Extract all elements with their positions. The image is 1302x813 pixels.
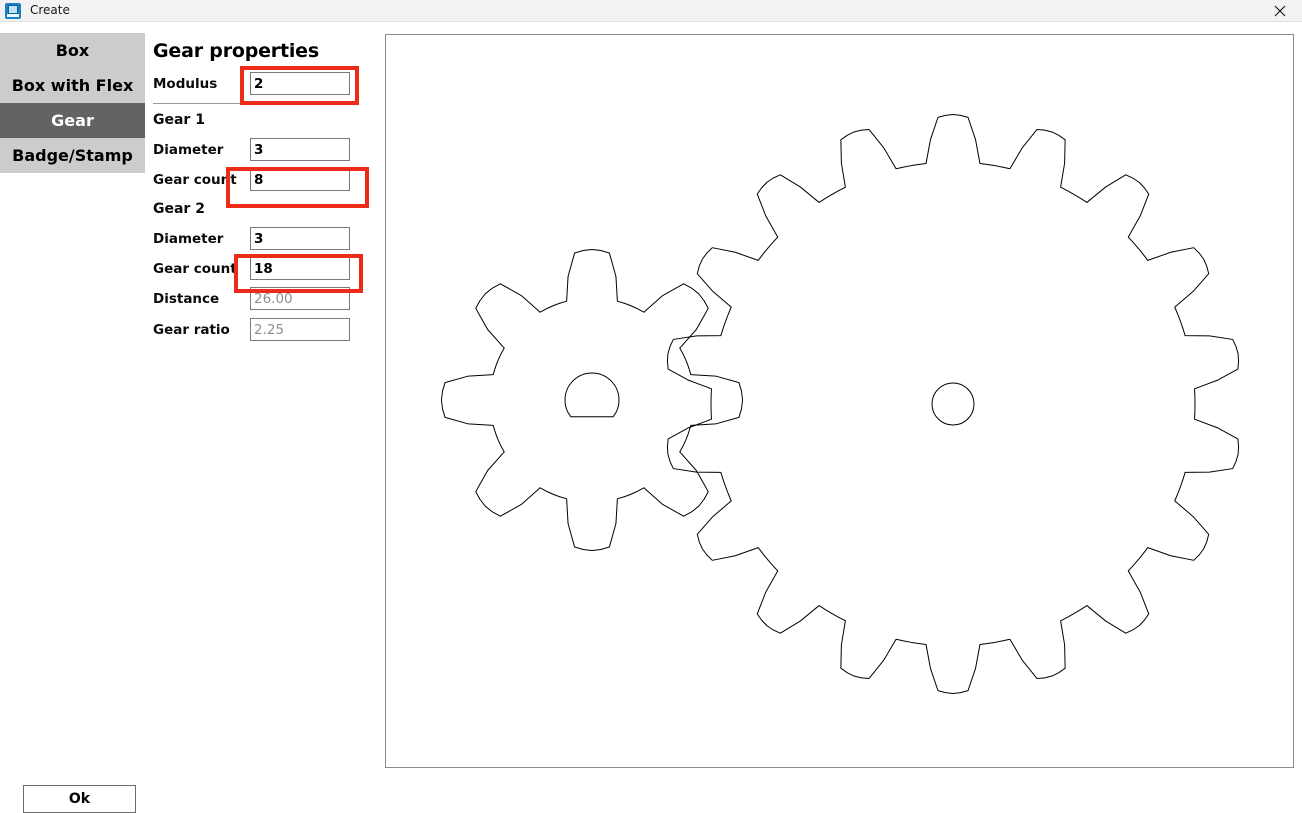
sidebar-item-badge-stamp[interactable]: Badge/Stamp [0,138,145,173]
sidebar-item-label: Box with Flex [11,76,134,95]
close-glyph [1274,5,1286,16]
title-bar: Create [0,0,1302,22]
distance-label: Distance [153,291,220,307]
window-title: Create [30,3,70,17]
modulus-input[interactable] [250,72,350,95]
row-gear1-count: Gear count [153,168,368,198]
gear2-diameter-input[interactable] [250,227,350,250]
gear1-count-input[interactable] [250,168,350,191]
close-icon[interactable] [1258,0,1302,21]
gear-preview-canvas[interactable] [385,34,1294,768]
gear-ratio-label: Gear ratio [153,322,230,338]
gear-preview-drawing [440,114,1240,694]
sidebar-item-box[interactable]: Box [0,33,145,68]
row-gear2-diameter: Diameter [153,227,368,257]
gear1-diameter-label: Diameter [153,142,224,158]
ok-button[interactable]: Ok [23,785,136,813]
gear2-heading-row: Gear 2 [153,198,368,227]
gear2-count-input[interactable] [250,257,350,280]
sidebar-item-label: Box [55,41,90,60]
sidebar-item-label: Gear [51,111,94,130]
row-gear-ratio: Gear ratio [153,318,368,348]
gear-large-outline [666,114,1240,694]
distance-input [250,287,350,310]
gear-small-bore [564,372,620,418]
gear2-heading: Gear 2 [153,201,205,217]
gear1-count-label: Gear count [153,172,237,188]
section-divider [153,103,243,104]
row-gear2-count: Gear count [153,257,368,287]
gear-large-bore [931,382,975,426]
gear1-heading: Gear 1 [153,112,205,128]
modulus-label: Modulus [153,76,218,92]
gear2-diameter-label: Diameter [153,231,224,247]
row-distance: Distance [153,287,368,318]
sidebar: Box Box with Flex Gear Badge/Stamp [0,33,145,173]
app-icon [5,2,21,19]
gear2-count-label: Gear count [153,261,237,277]
gear-ratio-input [250,318,350,341]
sidebar-item-box-with-flex[interactable]: Box with Flex [0,68,145,103]
sidebar-item-gear[interactable]: Gear [0,103,145,138]
gear1-diameter-input[interactable] [250,138,350,161]
gear1-heading-row: Gear 1 [153,109,368,138]
gear-properties-panel: Gear properties Modulus Gear 1 Diameter … [153,40,368,348]
gear-small-outline [440,248,744,552]
row-gear1-diameter: Diameter [153,138,368,168]
sidebar-item-label: Badge/Stamp [12,146,133,165]
page-title: Gear properties [153,40,319,62]
